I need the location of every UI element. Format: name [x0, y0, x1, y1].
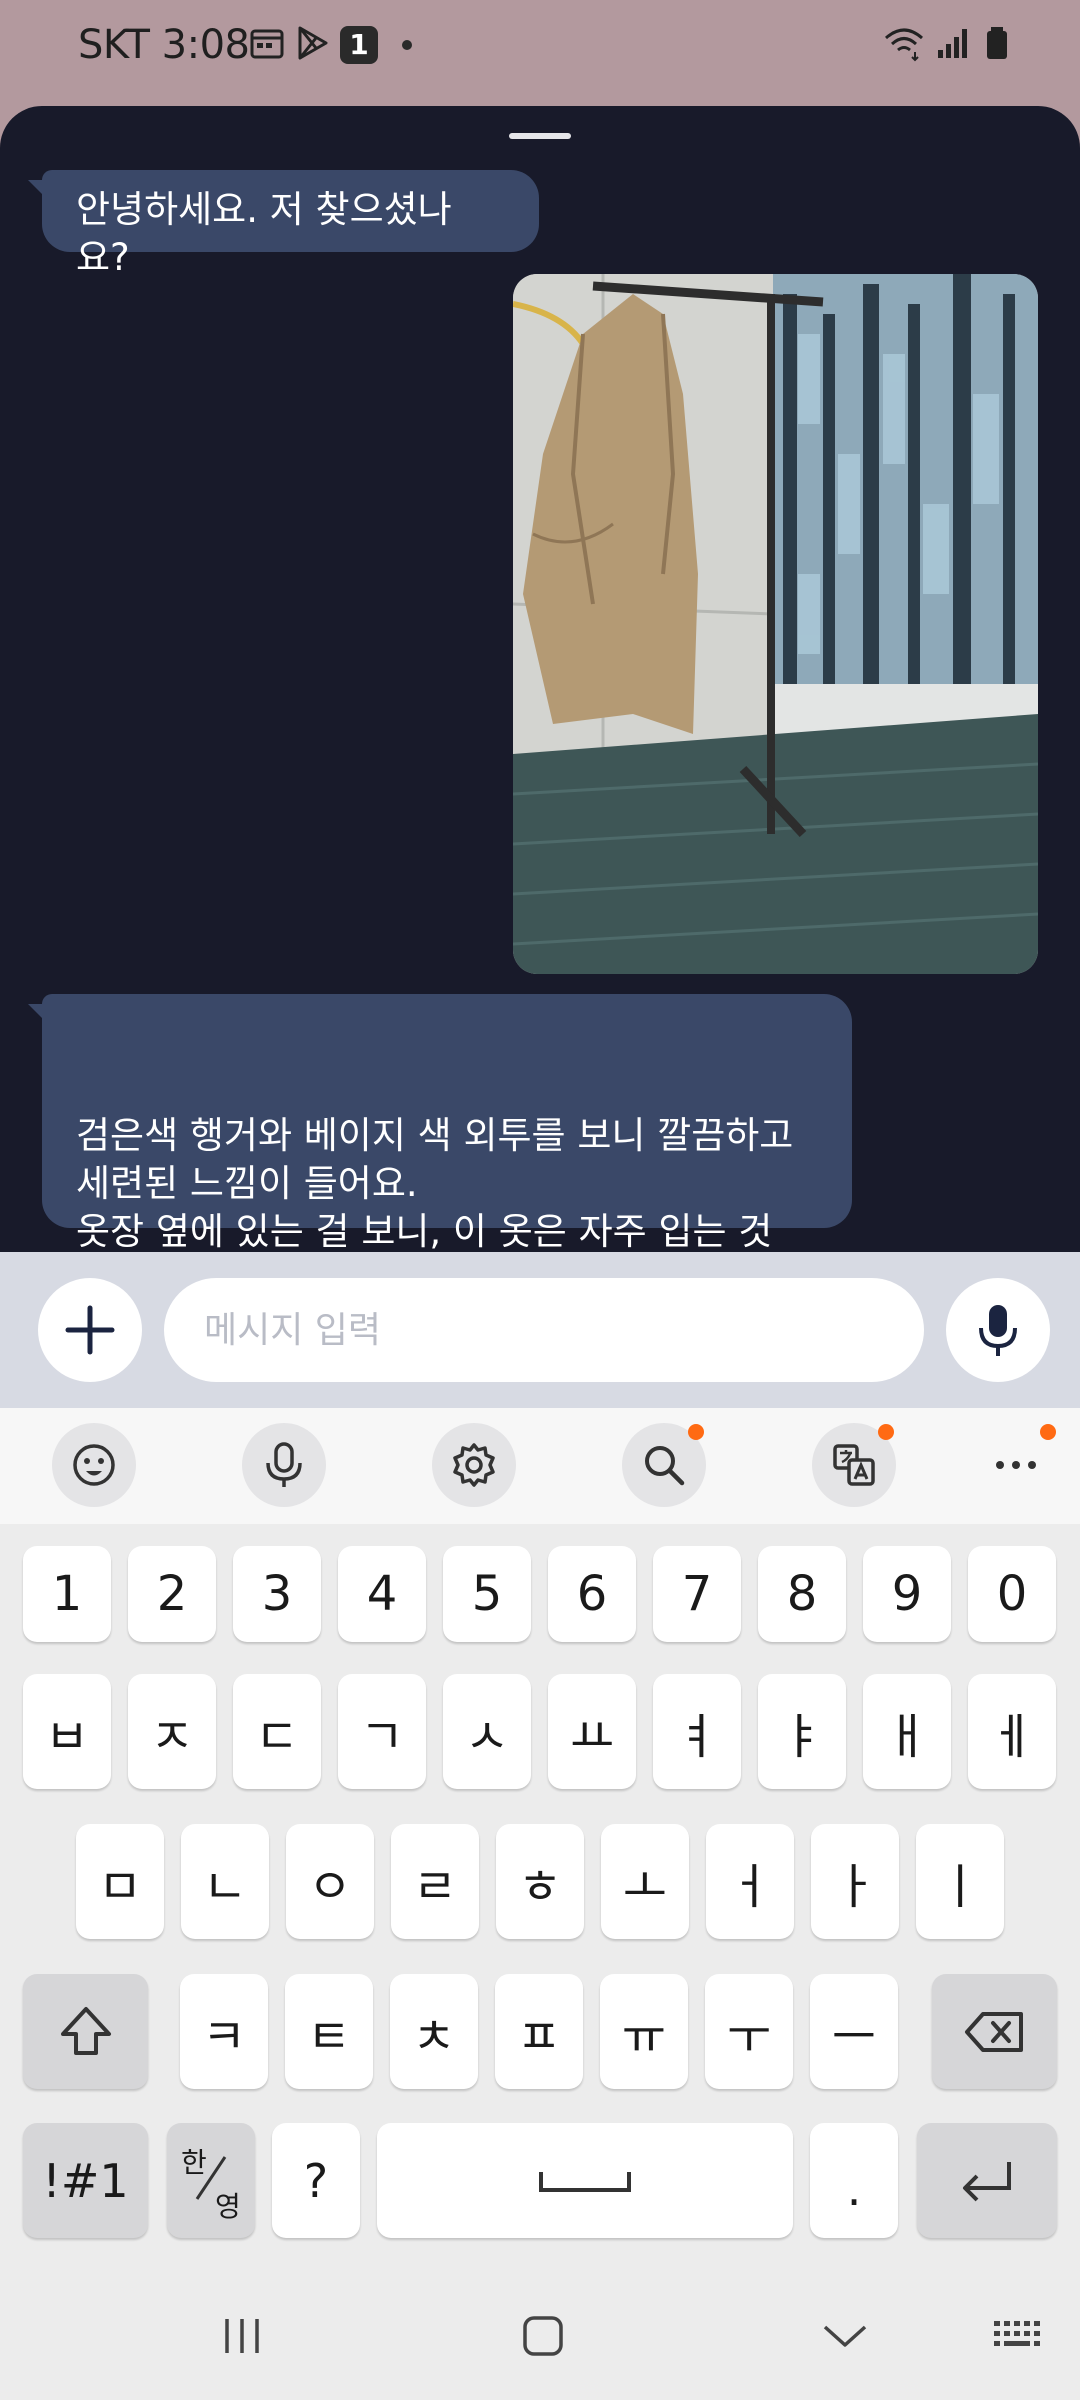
message-input[interactable] — [164, 1278, 924, 1382]
letter-key[interactable]: ㄷ — [233, 1674, 321, 1789]
emoji-icon — [73, 1444, 115, 1486]
search-icon — [645, 1446, 685, 1486]
message-input-bar — [0, 1252, 1080, 1408]
more-icon — [996, 1461, 1036, 1469]
letter-key[interactable]: ㄹ — [391, 1824, 479, 1939]
backspace-icon — [964, 2011, 1023, 2052]
chevron-down-icon — [823, 2325, 867, 2347]
number-key[interactable]: 3 — [233, 1546, 321, 1642]
question-key[interactable]: ? — [272, 2123, 360, 2238]
wifi-icon — [885, 28, 923, 62]
bubble-tail — [28, 1004, 50, 1026]
number-key[interactable]: 6 — [548, 1546, 636, 1642]
letter-key[interactable]: ㅂ — [23, 1674, 111, 1789]
letter-key[interactable]: ㅠ — [600, 1974, 688, 2089]
letter-key[interactable]: ㅑ — [758, 1674, 846, 1789]
letter-key[interactable]: ㅛ — [548, 1674, 636, 1789]
letter-key[interactable]: ㅊ — [390, 1974, 478, 2089]
lang-key-bottom: 영 — [215, 2190, 241, 2223]
enter-key[interactable] — [917, 2123, 1057, 2238]
letter-key[interactable]: ㅣ — [916, 1824, 1004, 1939]
letter-key[interactable]: ㅎ — [496, 1824, 584, 1939]
letter-key[interactable]: ㅕ — [653, 1674, 741, 1789]
letter-key[interactable]: ㅓ — [706, 1824, 794, 1939]
signal-icon — [938, 29, 967, 58]
translate-notification-dot — [878, 1424, 894, 1440]
space-key[interactable] — [377, 2123, 793, 2238]
drag-handle[interactable] — [509, 133, 571, 139]
number-key[interactable]: 5 — [443, 1546, 531, 1642]
space-icon — [539, 2171, 631, 2192]
letter-key[interactable]: ㅍ — [495, 1974, 583, 2089]
letter-key[interactable]: ㅅ — [443, 1674, 531, 1789]
symbols-key[interactable]: !#1 — [23, 2123, 148, 2238]
settings-icon — [453, 1443, 495, 1487]
number-key[interactable]: 9 — [863, 1546, 951, 1642]
number-key[interactable]: 1 — [23, 1546, 111, 1642]
keyboard-switch-button[interactable] — [983, 2306, 1053, 2366]
recent-apps-icon — [225, 2319, 259, 2353]
chat-sheet: 안녕하세요. 저 찾으셨나요? 검은색 행거와 베이지 색 외투를 보니 깔끔하… — [0, 106, 1080, 1252]
attach-button[interactable] — [38, 1278, 142, 1382]
plus-icon — [65, 1305, 115, 1355]
number-key[interactable]: 4 — [338, 1546, 426, 1642]
coat-on-hanger-image — [513, 274, 1038, 974]
number-key[interactable]: 2 — [128, 1546, 216, 1642]
battery-icon — [987, 27, 1007, 59]
number-key[interactable]: 0 — [968, 1546, 1056, 1642]
keyboard-icon — [994, 2321, 1040, 2346]
voice-input-button[interactable] — [242, 1423, 326, 1507]
keyboard-toolbar — [0, 1408, 1080, 1524]
letter-key[interactable]: ㅔ — [968, 1674, 1056, 1789]
emoji-button[interactable] — [52, 1423, 136, 1507]
enter-icon — [963, 2161, 1011, 2201]
shift-icon — [60, 2006, 111, 2055]
assistant-message: 검은색 행거와 베이지 색 외투를 보니 깔끔하고 세련된 느낌이 들어요. 옷… — [28, 994, 852, 1252]
message-text: 안녕하세요. 저 찾으셨나요? — [76, 188, 452, 279]
shift-key[interactable] — [23, 1974, 148, 2089]
sent-photo[interactable] — [513, 274, 1038, 974]
letter-key[interactable]: ㅗ — [601, 1824, 689, 1939]
hide-keyboard-button[interactable] — [810, 2306, 880, 2366]
letter-key[interactable]: ㄱ — [338, 1674, 426, 1789]
number-key[interactable]: 7 — [653, 1546, 741, 1642]
play-store-icon — [298, 26, 328, 60]
letter-key[interactable]: ㅡ — [810, 1974, 898, 2089]
keyboard: 1234567890 ㅂㅈㄷㄱㅅㅛㅕㅑㅐㅔ ㅁㄴㅇㄹㅎㅗㅓㅏㅣ ㅋㅌㅊㅍㅠㅜㅡ … — [0, 1408, 1080, 2400]
period-key[interactable]: . — [810, 2123, 898, 2238]
letter-key[interactable]: ㅈ — [128, 1674, 216, 1789]
system-nav-bar — [0, 2270, 1080, 2400]
letter-key[interactable]: ㅇ — [286, 1824, 374, 1939]
assistant-message: 안녕하세요. 저 찾으셨나요? — [28, 170, 539, 279]
more-notifications-dot — [402, 40, 412, 50]
bubble-tail — [28, 180, 50, 202]
letter-key[interactable]: ㅌ — [285, 1974, 373, 2089]
microphone-icon — [979, 1305, 1017, 1356]
letter-key[interactable]: ㅏ — [811, 1824, 899, 1939]
home-button[interactable] — [508, 2306, 578, 2366]
voice-button[interactable] — [946, 1278, 1050, 1382]
number-key[interactable]: 8 — [758, 1546, 846, 1642]
search-notification-dot — [688, 1424, 704, 1440]
backspace-key[interactable] — [932, 1974, 1057, 2089]
letter-key[interactable]: ㅜ — [705, 1974, 793, 2089]
recent-apps-button[interactable] — [207, 2306, 277, 2366]
letter-key[interactable]: ㅁ — [76, 1824, 164, 1939]
carrier-time: SKT 3:08 — [78, 22, 250, 68]
home-icon — [523, 2316, 563, 2356]
status-bar: SKT 3:08 1 — [0, 0, 1080, 106]
letter-key[interactable]: ㅋ — [180, 1974, 268, 2089]
letter-key[interactable]: ㅐ — [863, 1674, 951, 1789]
language-switch-key[interactable]: 한 영 — [167, 2123, 255, 2238]
keyboard-settings-button[interactable] — [432, 1423, 516, 1507]
more-notification-dot — [1040, 1424, 1056, 1440]
translate-icon — [833, 1444, 875, 1486]
notification-badge: 1 — [340, 26, 378, 64]
voice-input-icon — [266, 1442, 302, 1487]
calendar-icon — [250, 29, 284, 59]
letter-key[interactable]: ㄴ — [181, 1824, 269, 1939]
message-text: 검은색 행거와 베이지 색 외투를 보니 깔끔하고 세련된 느낌이 들어요. 옷… — [76, 1114, 794, 1252]
